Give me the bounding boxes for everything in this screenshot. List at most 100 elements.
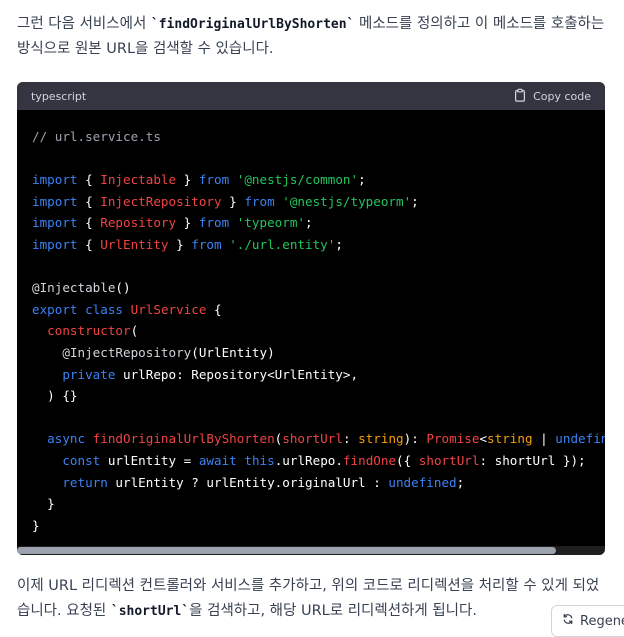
code-token: (UrlEntity) — [191, 344, 275, 360]
code-token: ; — [335, 236, 343, 252]
code-token: undefined — [388, 474, 457, 490]
code-token: urlEntity = — [100, 452, 199, 468]
code-token: undefined — [555, 431, 605, 447]
code-line: constructor( — [32, 320, 590, 342]
code-token: .urlRepo. — [274, 452, 343, 468]
code-line: } — [32, 515, 590, 537]
code-line: const urlEntity = await this.urlRepo.fin… — [32, 450, 590, 472]
code-token: findOriginalUrlByShorten — [92, 431, 275, 447]
code-token: UrlEntity — [100, 236, 169, 252]
code-token: export — [32, 301, 78, 317]
code-token: } — [221, 193, 245, 209]
code-token: { — [77, 215, 101, 231]
code-token: } — [32, 496, 55, 512]
intro-text-before: 그런 다음 서비스에서 — [17, 16, 151, 32]
code-token: urlEntity ? urlEntity.originalUrl : — [107, 474, 389, 490]
code-token: ; — [456, 474, 465, 490]
code-token: ({ — [396, 452, 419, 468]
code-line: import { InjectRepository } from '@nestj… — [32, 191, 590, 213]
code-line: // url.service.ts — [32, 126, 590, 148]
code-token: Promise — [426, 431, 480, 447]
code-token: @InjectRepository — [62, 344, 192, 360]
code-token: private — [62, 366, 116, 382]
code-token: shortUrl — [418, 452, 480, 468]
code-line: export class UrlService { — [32, 299, 590, 321]
code-token: ): — [403, 431, 427, 447]
code-token: < — [479, 431, 488, 447]
code-token: const — [62, 452, 101, 468]
code-token: import — [32, 236, 78, 252]
code-content: // url.service.ts import { Injectable } … — [17, 110, 605, 536]
code-line: return urlEntity ? urlEntity.originalUrl… — [32, 472, 590, 494]
horizontal-scrollbar[interactable] — [17, 546, 605, 555]
code-token: Injectable — [100, 172, 177, 188]
code-token: ; — [411, 193, 419, 209]
code-line: } — [32, 493, 590, 515]
code-token: import — [32, 215, 78, 231]
code-token: } — [176, 215, 199, 231]
outro-paragraph: 이제 URL 리디렉션 컨트롤러와 서비스를 추가하고, 위의 코드로 리디렉션… — [17, 574, 606, 624]
code-token: { — [77, 236, 101, 252]
intro-paragraph: 그런 다음 서비스에서 `findOriginalUrlByShorten` 메… — [17, 12, 606, 62]
code-token: string — [358, 431, 404, 447]
code-token: this — [244, 452, 275, 468]
inline-code-param: `shortUrl` — [110, 604, 190, 619]
code-token: } — [176, 172, 199, 188]
copy-code-button[interactable]: Copy code — [513, 88, 591, 105]
code-line: async findOriginalUrlByShorten(shortUrl:… — [32, 428, 605, 450]
regenerate-button[interactable]: Regenerate — [551, 605, 624, 637]
code-block-header: typescript Copy code — [17, 82, 605, 110]
code-token: findOne — [342, 452, 397, 468]
code-token: Repository — [100, 215, 177, 231]
code-language-label: typescript — [31, 89, 87, 103]
code-line: import { Injectable } from '@nestjs/comm… — [32, 169, 590, 191]
code-token: ; — [358, 172, 366, 188]
code-token: constructor — [47, 323, 131, 339]
code-token: async — [47, 431, 86, 447]
code-line: @InjectRepository(UrlEntity) — [32, 342, 590, 364]
code-line: import { Repository } from 'typeorm'; — [32, 212, 590, 234]
code-token: { — [206, 301, 222, 317]
code-token: return — [62, 474, 108, 490]
code-token: './url.entity' — [229, 236, 336, 252]
code-token: string — [487, 431, 533, 447]
code-line: ) {} — [32, 385, 590, 407]
code-block: typescript Copy code // url.service.ts i… — [17, 82, 605, 555]
code-token: from — [198, 172, 230, 188]
code-token: } — [168, 236, 192, 252]
code-token: from — [198, 215, 230, 231]
regenerate-label: Regenerate — [580, 613, 624, 629]
code-token: @Injectable — [32, 280, 116, 296]
code-token: UrlService — [130, 301, 207, 317]
code-line: @Injectable() — [32, 277, 590, 299]
code-token: class — [85, 301, 124, 317]
code-token: { — [77, 172, 101, 188]
code-token: InjectRepository — [100, 193, 222, 209]
code-token: { — [77, 193, 101, 209]
code-token: from — [191, 236, 222, 252]
scrollbar-thumb[interactable] — [17, 547, 556, 554]
inline-code-method: `findOriginalUrlByShorten` — [150, 17, 355, 32]
code-token: () — [115, 280, 131, 296]
code-token: urlRepo: Repository<UrlEntity>, — [115, 366, 359, 382]
code-token: from — [244, 193, 275, 209]
code-line: import { UrlEntity } from './url.entity'… — [32, 234, 590, 256]
code-token: ( — [130, 323, 139, 339]
code-token: // url.service.ts — [32, 129, 161, 144]
code-token: : shortUrl }); — [479, 452, 586, 468]
code-body: // url.service.ts import { Injectable } … — [17, 110, 605, 555]
code-token: '@nestjs/typeorm' — [282, 193, 412, 209]
code-token: '@nestjs/common' — [236, 172, 359, 188]
